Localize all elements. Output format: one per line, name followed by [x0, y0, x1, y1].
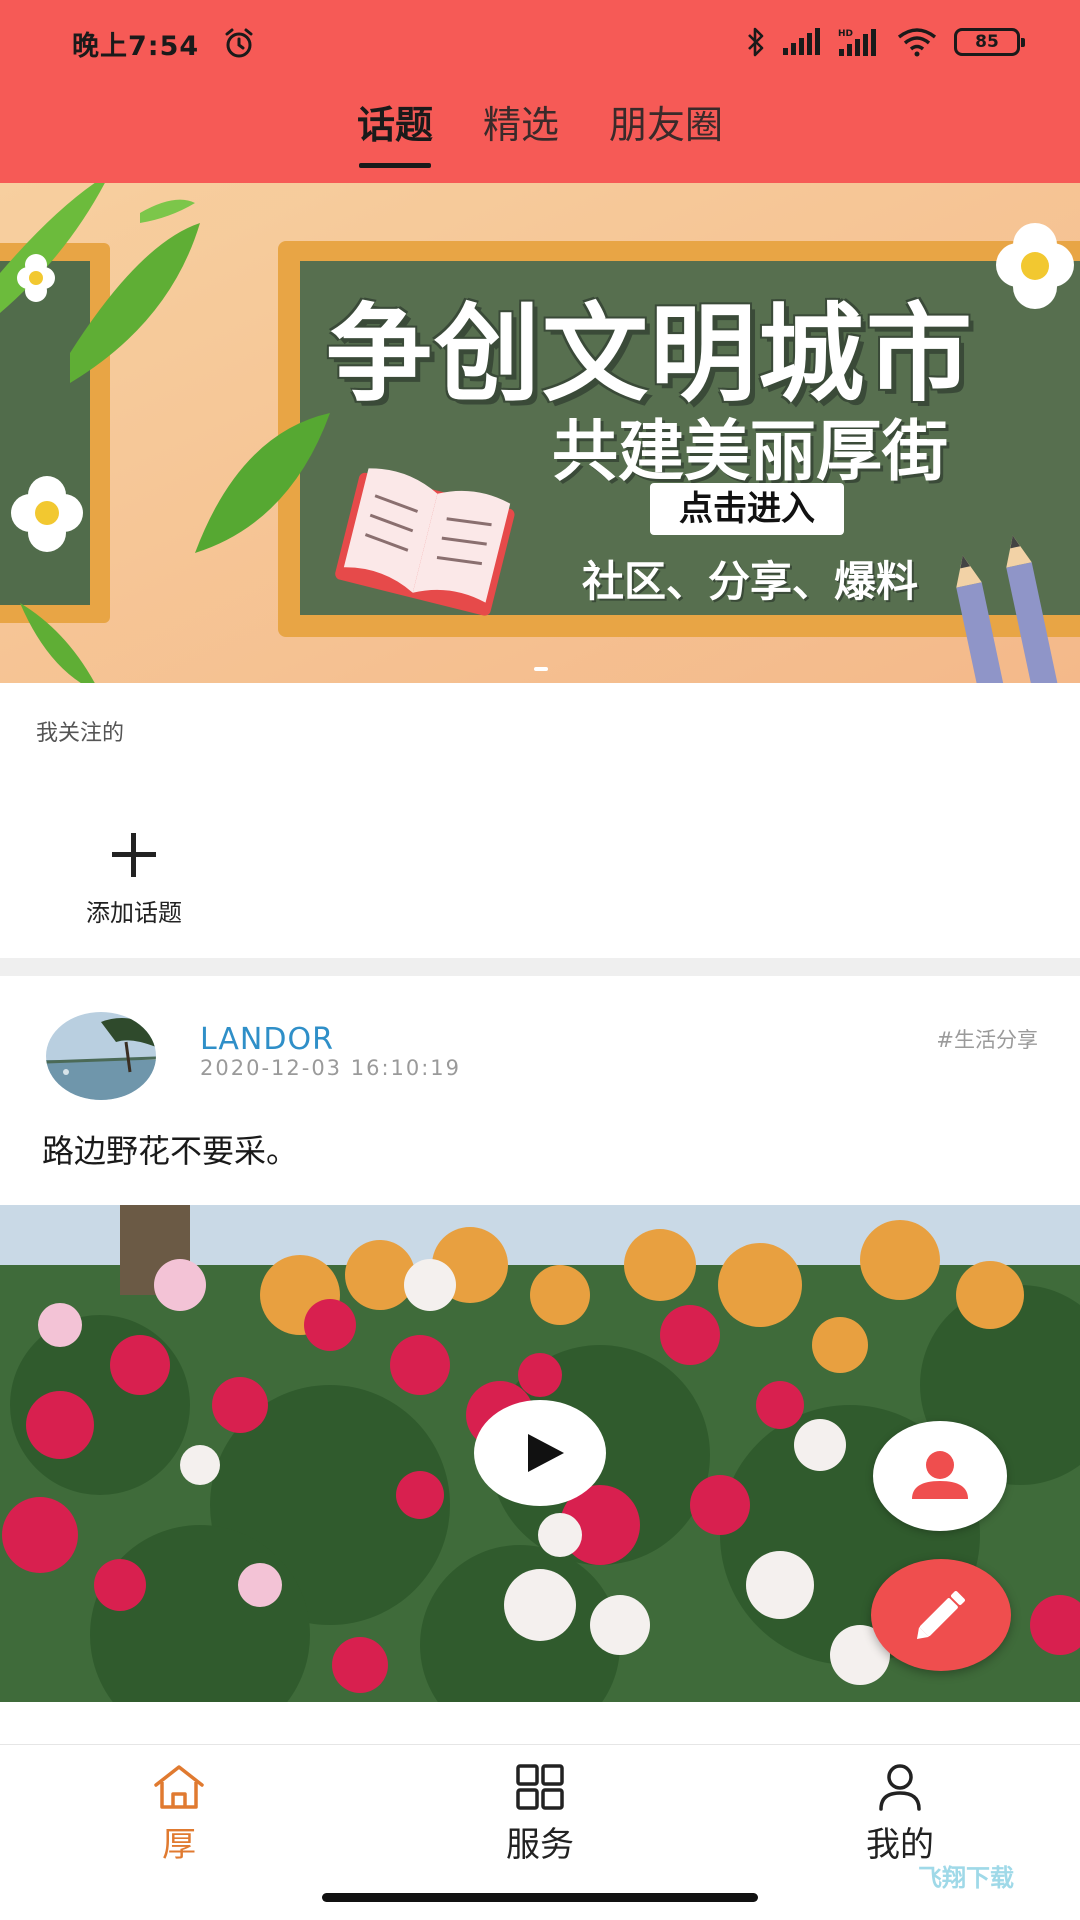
post-text: 路边野花不要采。 — [42, 1132, 299, 1170]
nav-services[interactable]: 服务 — [440, 1763, 640, 1883]
signal-hd-icon: HD — [838, 29, 876, 56]
battery-indicator: 85 — [954, 28, 1025, 56]
status-bar: 晚上7:54 HD 85 — [0, 0, 1080, 80]
grid-icon — [516, 1764, 564, 1810]
nav-services-label: 服务 — [506, 1825, 574, 1865]
add-topic-button[interactable]: 添加话题 — [64, 833, 204, 943]
banner-subtitle: 共建美丽厚街 — [552, 413, 948, 490]
svg-text:HD: HD — [838, 29, 853, 39]
profile-fab[interactable] — [873, 1421, 1007, 1531]
person-outline-icon — [879, 1764, 921, 1811]
tab-topics[interactable]: 话题 — [357, 96, 433, 174]
nav-home[interactable]: 厚 — [79, 1763, 279, 1883]
tab-moments[interactable]: 朋友圈 — [609, 96, 723, 174]
compose-fab[interactable] — [871, 1559, 1011, 1671]
carousel-indicator — [534, 667, 548, 671]
followed-topics-title: 我关注的 — [36, 721, 125, 746]
status-icons: HD 85 — [746, 24, 1025, 60]
alarm-icon — [225, 28, 253, 58]
home-indicator[interactable] — [322, 1893, 758, 1902]
app-header: 晚上7:54 HD 85 话题 精选 朋友圈 — [0, 0, 1080, 183]
bluetooth-icon — [748, 27, 764, 57]
banner-tags: 社区、分享、爆料 — [581, 557, 918, 606]
tab-featured[interactable]: 精选 — [483, 96, 559, 174]
plus-icon — [112, 833, 156, 877]
wifi-icon — [897, 28, 937, 57]
post-topic-tag[interactable]: #生活分享 — [936, 1024, 1038, 1054]
post-timestamp: 2020-12-03 16:10:19 — [200, 1056, 462, 1080]
add-topic-label: 添加话题 — [86, 899, 182, 927]
post-username[interactable]: LANDOR — [200, 1022, 334, 1057]
followed-topics-section: 我关注的 添加话题 — [0, 683, 1080, 958]
nav-home-label: 厚 — [162, 1825, 196, 1865]
banner-enter-button[interactable]: 点击进入 — [650, 483, 844, 535]
home-icon — [154, 1765, 204, 1809]
signal-icon — [783, 28, 820, 55]
section-divider — [0, 958, 1080, 976]
watermark: 飞翔下载 — [918, 1864, 1014, 1892]
top-tabs: 话题 精选 朋友圈 — [0, 96, 1080, 174]
avatar[interactable] — [46, 1012, 156, 1100]
person-icon — [912, 1451, 968, 1499]
play-button[interactable] — [474, 1400, 606, 1506]
pencil-icon — [916, 1591, 965, 1640]
status-time: 晚上7:54 — [72, 31, 200, 62]
promo-banner[interactable]: 争创文明城市 共建美丽厚街 点击进入 社区、分享、爆料 — [0, 183, 1080, 683]
